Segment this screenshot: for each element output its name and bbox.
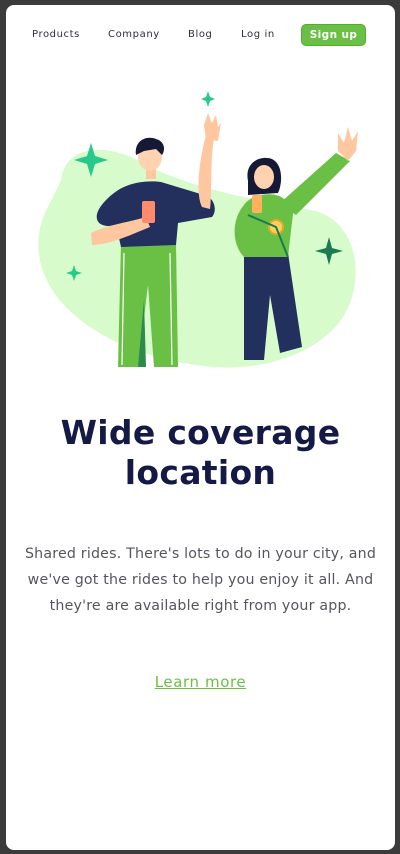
title-line-2: location [124,453,277,492]
title-line-1: Wide coverage [60,413,341,452]
man-hand [204,113,221,141]
hero-illustration [38,91,358,368]
nav-company-link[interactable]: Company [108,29,160,40]
sparkle-icon [201,91,215,107]
nav-blog-link[interactable]: Blog [188,29,213,40]
phone-icon [252,195,262,213]
phone-icon [142,201,155,223]
woman-arm [280,153,350,215]
top-nav: Products Company Blog Log in Sign up [6,5,395,65]
learn-more-link[interactable]: Learn more [6,673,395,691]
description-text: Shared rides. There's lots to do in your… [24,546,377,614]
page-frame: Products Company Blog Log in Sign up Wid… [6,5,395,850]
page-title: Wide coverage location [6,413,395,493]
signup-button[interactable]: Sign up [301,24,366,46]
nav-products-link[interactable]: Products [32,29,80,40]
woman-head [254,165,274,189]
nav-login-link[interactable]: Log in [241,29,275,40]
